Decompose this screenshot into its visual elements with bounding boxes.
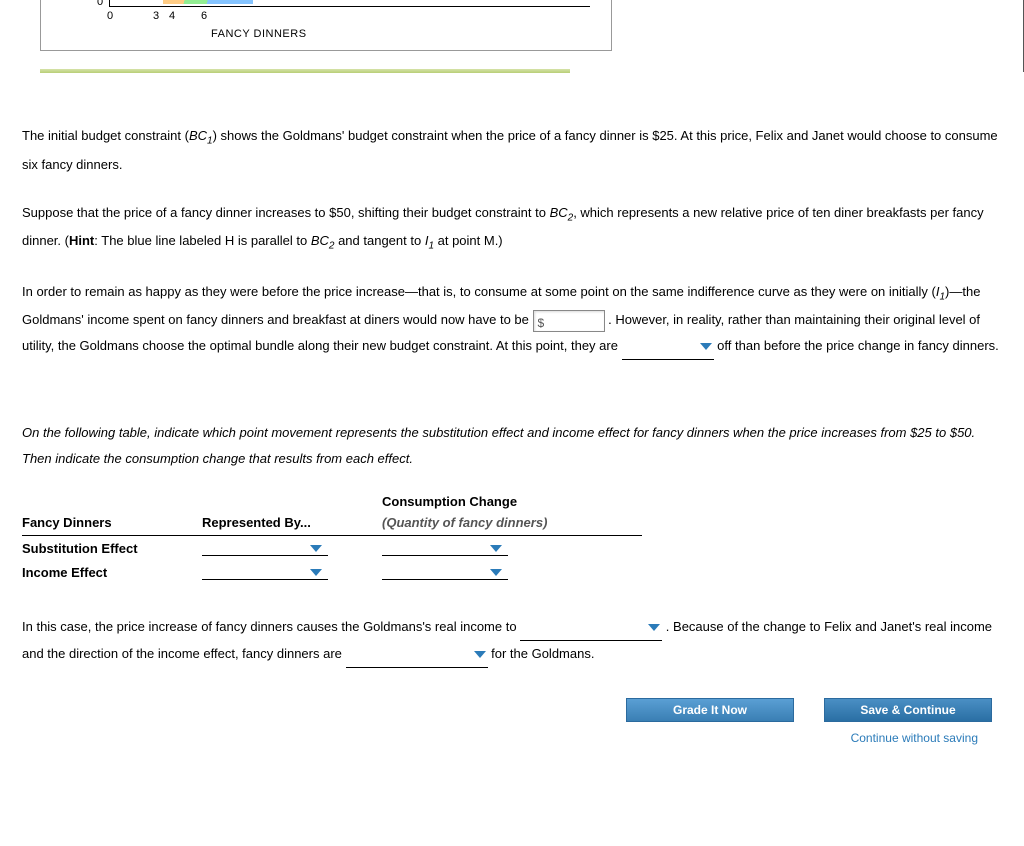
- continue-without-saving-link[interactable]: Continue without saving: [851, 731, 978, 745]
- chevron-down-icon: [310, 545, 322, 552]
- chart-fragment: 0 0 3 4 6 FANCY DINNERS: [40, 0, 612, 51]
- paragraph-conclusion: In this case, the price increase of fanc…: [22, 614, 1002, 668]
- paragraph-bc1-intro: The initial budget constraint (BC1) show…: [22, 123, 1002, 178]
- chevron-down-icon: [648, 624, 660, 631]
- chevron-down-icon: [490, 545, 502, 552]
- good-type-dropdown[interactable]: [346, 641, 488, 668]
- table-header-row: Fancy Dinners Represented By... (Quantit…: [22, 511, 1002, 534]
- income-represented-dropdown[interactable]: [202, 564, 328, 580]
- chart-x-tick-3: 3: [153, 10, 159, 22]
- effects-table: Consumption Change Fancy Dinners Represe…: [22, 494, 1002, 584]
- table-row-income: Income Effect: [22, 560, 1002, 584]
- paragraph-table-instructions: On the following table, indicate which p…: [22, 420, 1002, 472]
- paragraph-price-increase: Suppose that the price of a fancy dinner…: [22, 200, 1002, 257]
- chevron-down-icon: [310, 569, 322, 576]
- table-row-substitution: Substitution Effect: [22, 536, 1002, 560]
- chevron-down-icon: [490, 569, 502, 576]
- row-label-income: Income Effect: [22, 561, 202, 584]
- footer-buttons: Grade It Now Save & Continue: [22, 698, 1002, 722]
- table-super-header: Consumption Change: [22, 494, 1002, 509]
- chart-x-tick-0: 0: [107, 10, 113, 22]
- chart-x-axis: [109, 0, 590, 7]
- paragraph-income-blank: In order to remain as happy as they were…: [22, 279, 1002, 361]
- chart-x-tick-6: 6: [201, 10, 207, 22]
- save-continue-button[interactable]: Save & Continue: [824, 698, 992, 722]
- table-header-quantity: (Quantity of fancy dinners): [382, 511, 632, 534]
- income-quantity-dropdown[interactable]: [382, 564, 508, 580]
- better-worse-dropdown[interactable]: [622, 333, 714, 360]
- substitution-quantity-dropdown[interactable]: [382, 540, 508, 556]
- chart-y-tick-0: 0: [97, 0, 103, 8]
- income-amount-input[interactable]: $: [533, 310, 605, 332]
- chevron-down-icon: [474, 651, 486, 658]
- chevron-down-icon: [700, 343, 712, 350]
- real-income-dropdown[interactable]: [520, 614, 662, 641]
- grade-it-now-button[interactable]: Grade It Now: [626, 698, 794, 722]
- table-header-represented: Represented By...: [202, 511, 382, 534]
- row-label-substitution: Substitution Effect: [22, 537, 202, 560]
- section-divider: [40, 69, 570, 73]
- table-header-fancy-dinners: Fancy Dinners: [22, 511, 202, 534]
- chart-x-label: FANCY DINNERS: [211, 28, 307, 40]
- chart-x-tick-4: 4: [169, 10, 175, 22]
- substitution-represented-dropdown[interactable]: [202, 540, 328, 556]
